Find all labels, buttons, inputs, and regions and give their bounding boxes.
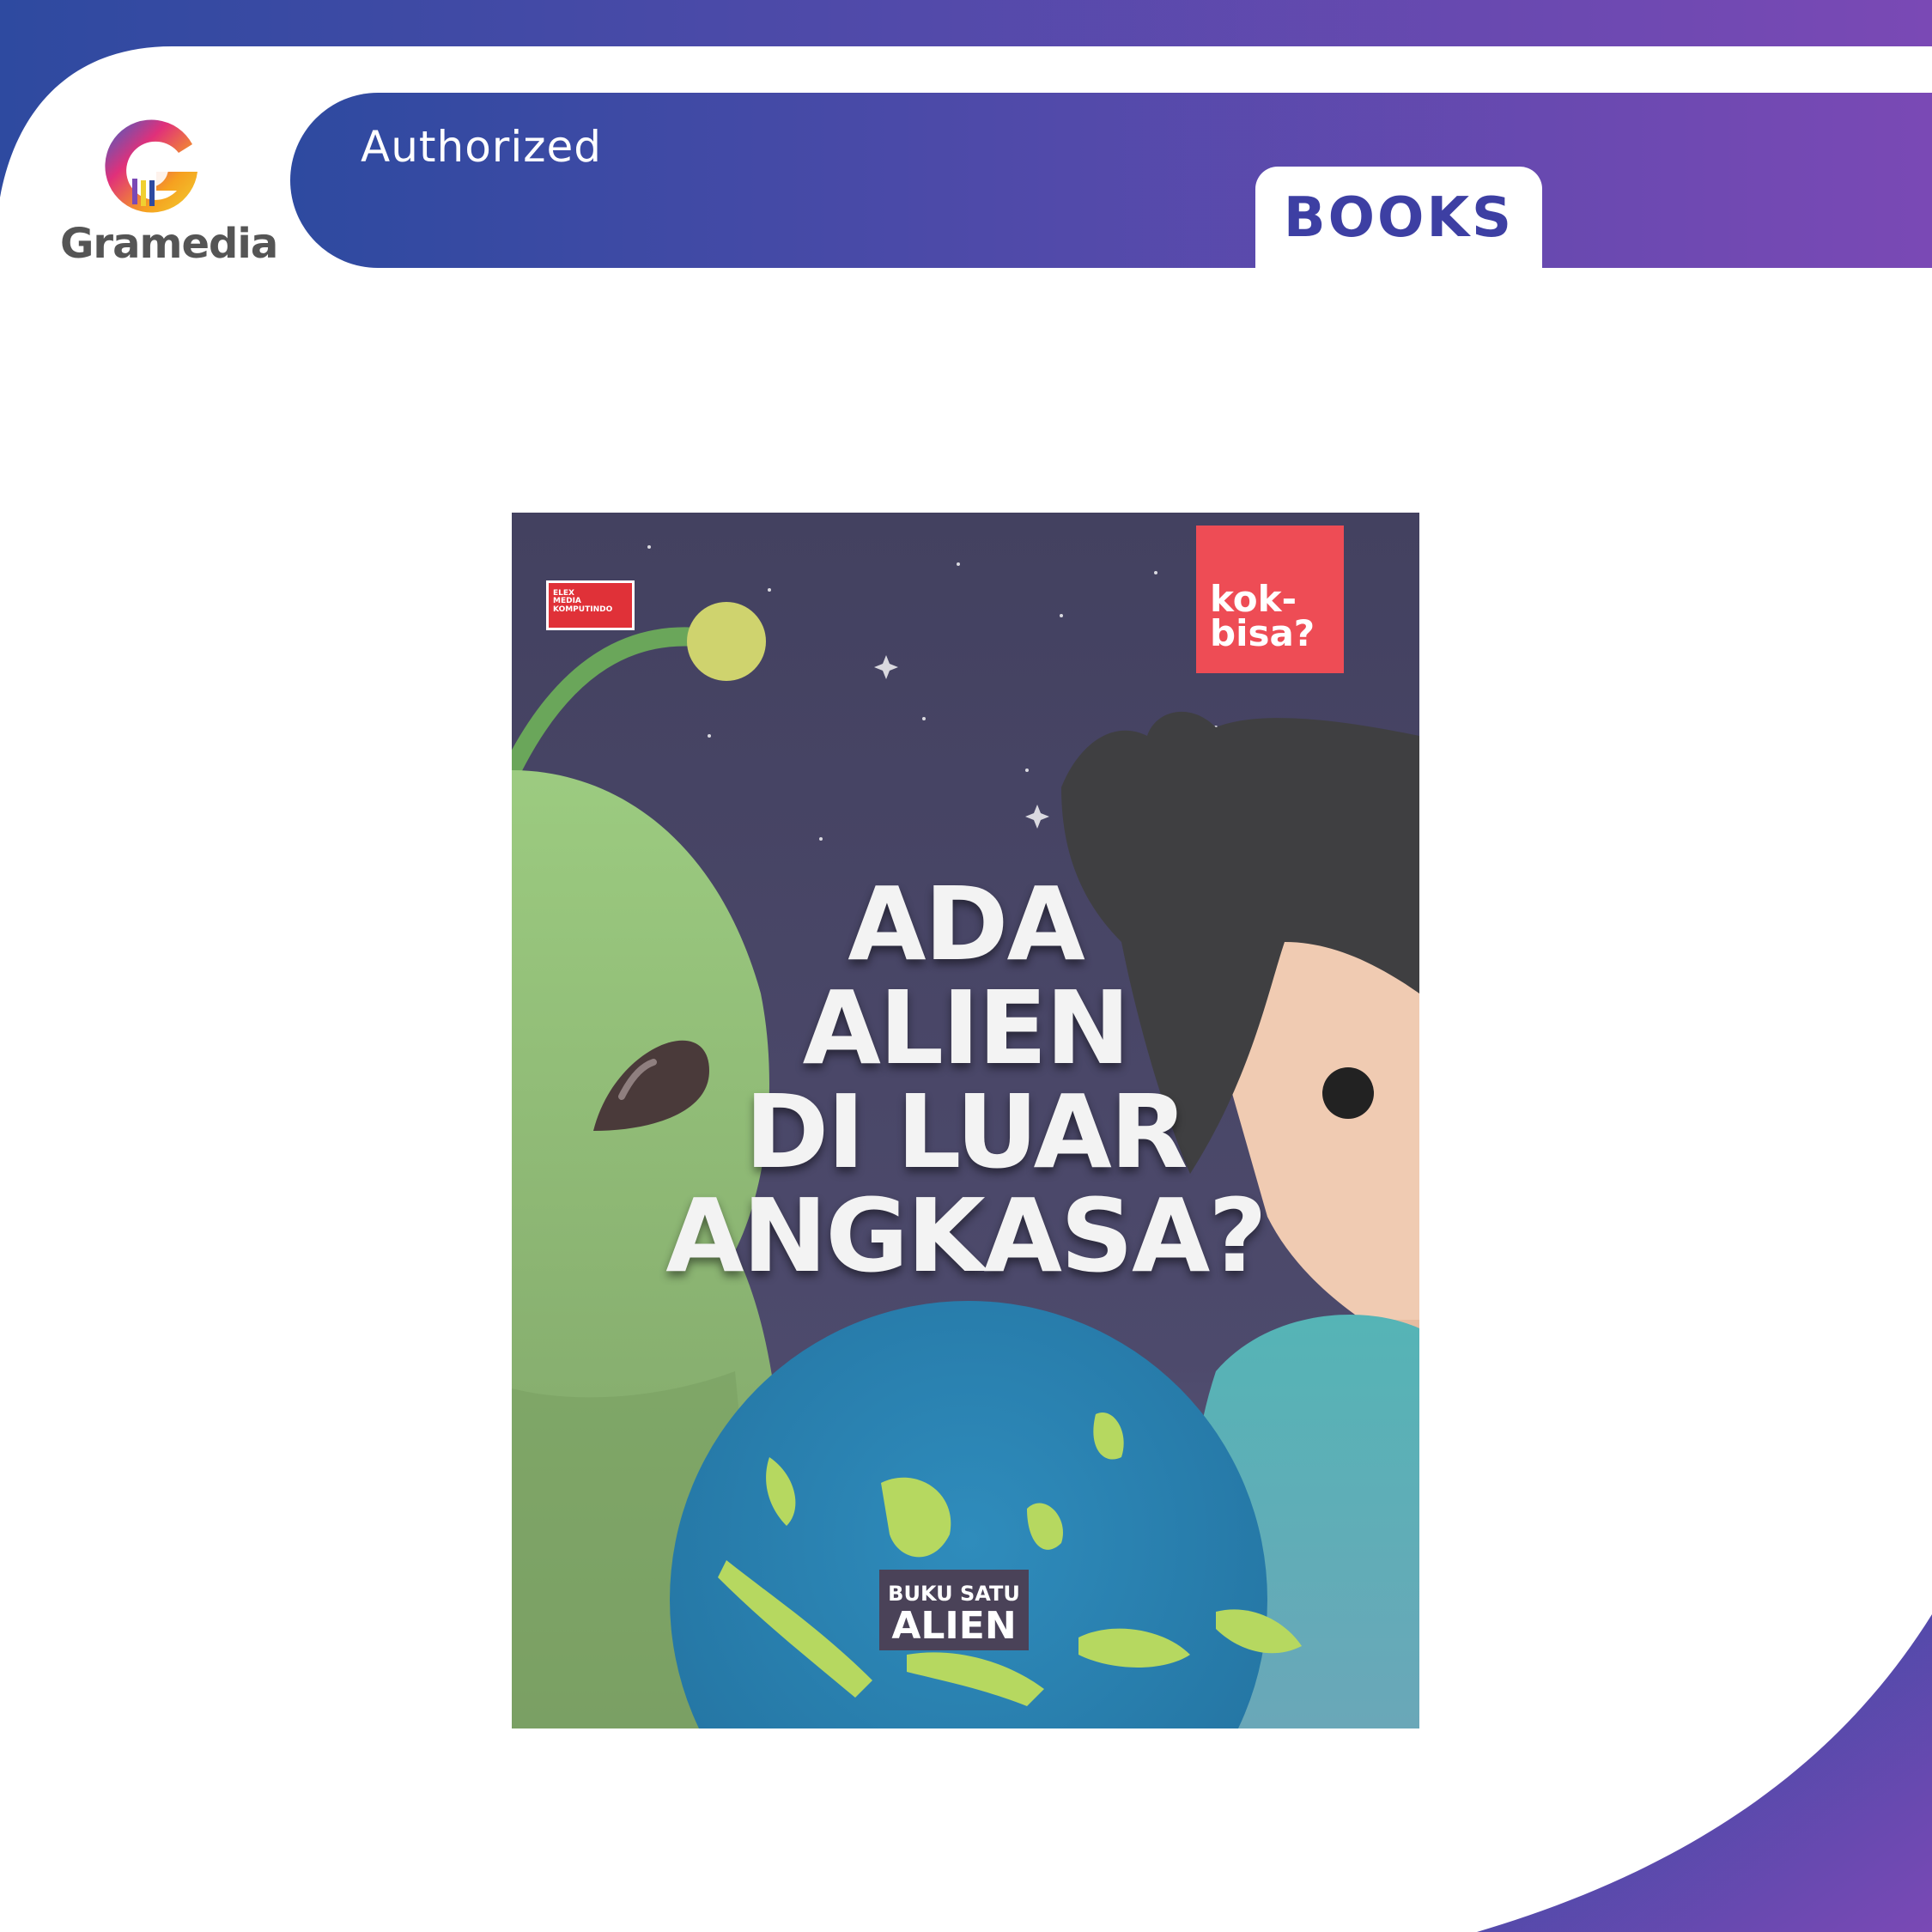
header-banner	[290, 93, 1932, 268]
books-tab-label: BOOKS	[1283, 186, 1515, 250]
publisher-line: KOMPUTINDO	[553, 605, 613, 614]
imprint-logo: kok- bisa?	[1196, 526, 1344, 673]
series-label: BUKU SATU	[888, 1582, 1020, 1606]
series-name: ALIEN	[891, 1604, 1017, 1648]
publisher-logo: ELEX MEDIA KOMPUTINDO	[546, 580, 635, 630]
series-badge: BUKU SATU ALIEN	[879, 1570, 1029, 1650]
gramedia-wordmark: Gramedia	[60, 220, 278, 268]
authorized-label: Authorized	[361, 122, 602, 172]
books-tab[interactable]: BOOKS	[1255, 167, 1542, 270]
cover-title-line: ADA	[848, 865, 1085, 983]
imprint-line: kok-	[1210, 578, 1297, 620]
gramedia-logo-icon	[105, 119, 197, 213]
book-cover-image: ELEX MEDIA KOMPUTINDO kok- bisa? ADA ALI…	[512, 513, 1419, 1728]
bottom-wave	[1477, 1614, 1932, 1932]
cover-title-line: ANGKASA?	[665, 1176, 1267, 1295]
cover-title-line: DI LUAR	[744, 1072, 1188, 1191]
cover-title-line: ALIEN	[802, 969, 1131, 1087]
imprint-line: bisa?	[1210, 611, 1315, 654]
